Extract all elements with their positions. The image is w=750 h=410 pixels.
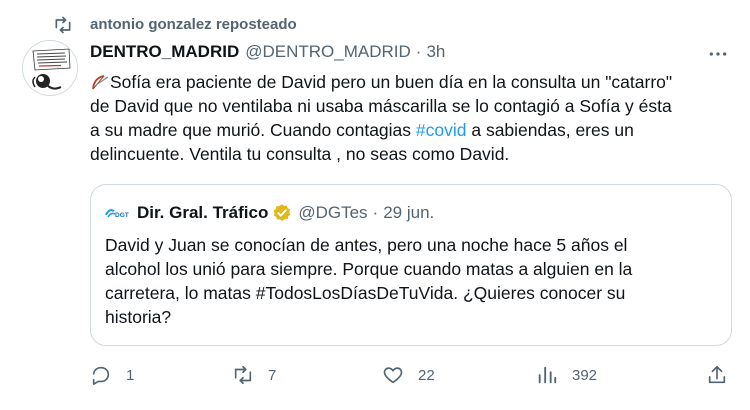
avatar[interactable] [22,40,78,96]
dgt-logo: DGT [105,205,129,221]
share-icon [708,365,726,384]
action-bar: 1 7 22 392 [90,362,730,388]
like-count: 22 [418,366,435,384]
hashtag-covid[interactable]: #covid [416,120,467,140]
quoted-line: alcohol los unió para siempre. Porque cu… [105,259,633,279]
more-icon [709,52,727,56]
avatar-image [23,41,77,95]
repost-indicator [53,14,73,36]
repost-count: 7 [268,366,277,384]
tweet-line: delincuente. Ventila tu consulta , no se… [90,142,740,166]
quoted-author-name[interactable]: Dir. Gral. Tráfico [137,203,268,223]
tweet-line-text: Sofía era paciente de David pero un buen… [110,72,673,92]
tweet-line: de David que no ventilaba ni usaba másca… [90,94,740,118]
tweet-line-text: de David que no ventilaba ni usaba másca… [90,96,672,116]
repost-label: antonio gonzalez reposteado [90,16,297,33]
views-count: 392 [572,366,598,384]
quoted-line: David y Juan se conocían de antes, pero … [105,235,628,255]
views-bar-chart-icon [538,366,557,384]
quoted-author-handle[interactable]: @DGTes [298,203,367,223]
bow-and-arrow-icon [92,75,109,90]
tweet-text: Sofía era paciente de David pero un buen… [90,70,740,166]
header-separator: · [415,42,422,61]
tweet-line-text: a sabiendas, eres un [466,120,634,140]
author-handle[interactable]: @DENTRO_MADRID [245,42,411,62]
tweet-header: DENTRO_MADRID @DENTRO_MADRID · 3h [90,42,445,62]
repost-icon [55,16,71,34]
tweet-time[interactable]: 3h [426,42,445,62]
quoted-tweet-text: David y Juan se conocían de antes, pero … [105,233,725,329]
quoted-line: historia? [105,307,172,327]
quoted-tweet[interactable]: DGT Dir. Gral. Tráfico @DGTes · 29 jun. … [90,184,732,346]
svg-text:DGT: DGT [115,212,129,219]
tweet-line-text: delincuente. Ventila tu consulta , no se… [90,144,510,164]
like-button[interactable]: 22 [382,362,435,388]
tweet-line: Sofía era paciente de David pero un buen… [90,70,740,94]
repost-button[interactable]: 7 [232,362,276,388]
quoted-tweet-header: DGT Dir. Gral. Tráfico @DGTes · 29 jun. [105,203,434,223]
share-button[interactable] [706,362,728,388]
author-name[interactable]: DENTRO_MADRID [90,42,239,62]
tweet-line: a su madre que murió. Cuando contagias #… [90,118,740,142]
repost-icon [234,365,252,385]
reply-icon [92,366,110,385]
quoted-header-separator: · [372,203,379,222]
heart-icon [383,367,403,384]
quoted-line: carretera, lo matas #TodosLosDíasDeTuVid… [105,283,626,303]
more-options-button[interactable] [706,44,730,64]
reply-count: 1 [126,366,135,384]
views-button[interactable]: 392 [536,362,597,388]
verified-gold-badge-icon [273,204,291,221]
reply-button[interactable]: 1 [90,362,134,388]
tweet-line-text: a su madre que murió. Cuando contagias [90,120,416,140]
quoted-tweet-time[interactable]: 29 jun. [383,203,434,223]
